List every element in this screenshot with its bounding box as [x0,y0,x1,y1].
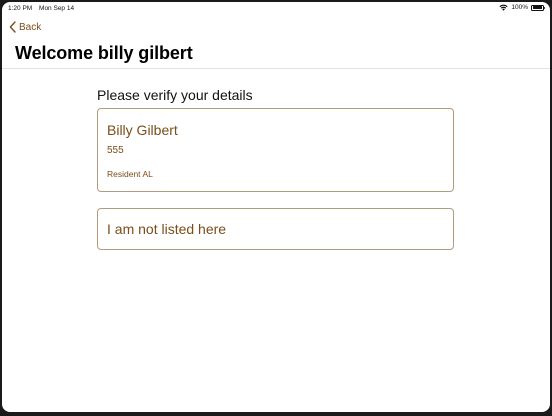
wifi-icon [499,4,508,11]
status-left: 1:20 PM Mon Sep 14 [8,5,74,12]
status-bar: 1:20 PM Mon Sep 14 100% [2,2,550,14]
person-role: Resident AL [107,169,153,179]
app-screen: 1:20 PM Mon Sep 14 100% Back Welcome bil… [2,2,550,412]
navigation-bar: Back Welcome billy gilbert [2,14,550,69]
not-listed-button[interactable]: I am not listed here [97,208,454,250]
chevron-left-icon [9,21,16,33]
back-button[interactable]: Back [9,21,41,33]
person-card[interactable]: Billy Gilbert 555 Resident AL [97,108,454,192]
battery-percentage: 100% [511,4,528,11]
status-right: 100% [499,4,546,11]
status-date: Mon Sep 14 [39,5,75,12]
page-title: Welcome billy gilbert [15,43,193,63]
not-listed-label: I am not listed here [107,221,227,237]
status-time: 1:20 PM [8,5,33,12]
person-name: Billy Gilbert [107,122,178,138]
person-number: 555 [107,145,124,156]
back-label: Back [19,21,42,33]
section-heading: Please verify your details [97,87,253,103]
battery-icon [531,4,546,11]
